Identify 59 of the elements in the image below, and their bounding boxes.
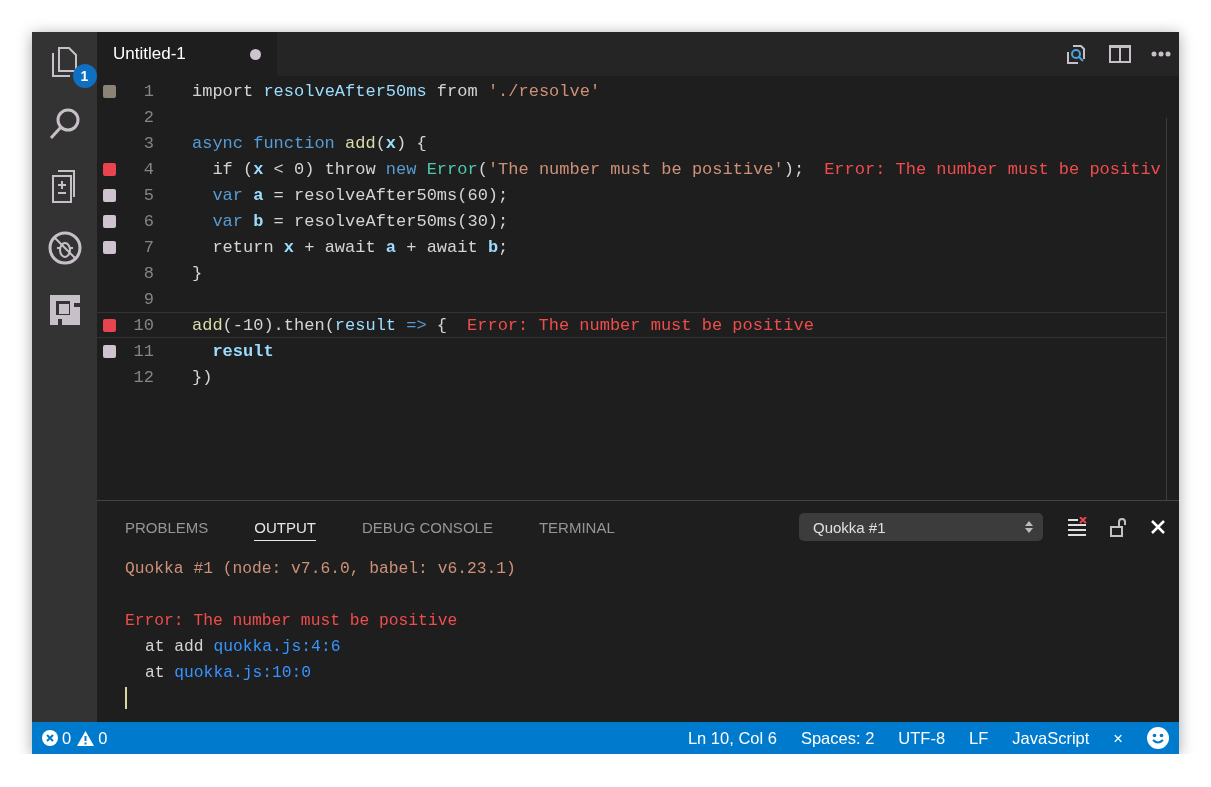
code-line: async function add(x) { [192, 133, 427, 153]
line-number: 12 [132, 367, 154, 387]
inline-error: Error: The number must be positiv [824, 159, 1161, 179]
editor-tab[interactable]: Untitled-1 [97, 32, 277, 76]
panel-tab[interactable]: TERMINAL [538, 513, 615, 541]
extensions-icon[interactable] [47, 293, 82, 327]
search-icon[interactable] [47, 107, 82, 141]
output-line: Error: The number must be positive [125, 609, 459, 632]
clear-output-icon[interactable] [1067, 517, 1087, 537]
code-line: return x + await a + await b; [211, 237, 509, 257]
split-editor-icon[interactable] [1109, 44, 1131, 64]
smiley-icon[interactable] [1147, 727, 1169, 749]
line-number: 8 [142, 263, 154, 283]
line-number: 6 [142, 211, 154, 231]
code-line: import resolveAfter50ms from './resolve' [192, 81, 601, 101]
text-cursor [125, 687, 127, 709]
tab-title: Untitled-1 [113, 44, 186, 64]
file-link[interactable]: quokka.js:10:0 [174, 662, 312, 682]
status-item[interactable]: UTF-8 [898, 728, 946, 748]
line-number: 4 [142, 159, 154, 179]
line-number: 5 [142, 185, 154, 205]
line-number: 9 [142, 289, 154, 309]
line-number: 3 [142, 133, 154, 153]
output-channel-select[interactable]: Quokka #1 [799, 513, 1043, 541]
more-icon[interactable] [1151, 51, 1171, 57]
warning-count[interactable]: 0 [98, 728, 108, 748]
output-line: at quokka.js:10:0 [144, 661, 313, 684]
bug-icon[interactable] [46, 230, 83, 266]
code-line: }) [192, 367, 213, 387]
file-link[interactable]: quokka.js:4:6 [213, 636, 341, 656]
warning-icon[interactable] [77, 730, 95, 746]
code-line: var a = resolveAfter50ms(60); [211, 185, 509, 205]
error-count[interactable]: 0 [62, 728, 72, 748]
output-line: at add quokka.js:4:6 [144, 635, 342, 658]
code-line: result [211, 341, 274, 361]
code-line: } [192, 263, 203, 283]
status-item[interactable]: LF [969, 728, 989, 748]
code-line: var b = resolveAfter50ms(30); [211, 211, 509, 231]
close-icon[interactable] [1151, 520, 1165, 534]
code-line: add(-10).then(result => { [192, 315, 448, 335]
panel-tab[interactable]: OUTPUT [254, 513, 317, 541]
status-item[interactable]: Ln 10, Col 6 [687, 728, 777, 748]
code-line: if (x < 0) throw new Error('The number must be positive'); [211, 159, 805, 179]
select-arrows-icon [1025, 521, 1033, 533]
error-icon[interactable] [42, 730, 58, 746]
output-line: Quokka #1 (node: v7.6.0, babel: v6.23.1) [125, 557, 517, 580]
lock-icon[interactable] [1109, 517, 1129, 537]
inline-error: Error: The number must be positive [467, 315, 814, 335]
line-number: 11 [132, 341, 154, 361]
line-number: 2 [142, 107, 154, 127]
status-item[interactable]: JavaScript [1012, 728, 1090, 748]
line-number: 7 [142, 237, 154, 257]
notification-badge: 1 [72, 64, 97, 88]
line-number: 10 [132, 315, 154, 335]
status-item[interactable]: Spaces: 2 [800, 728, 875, 748]
status-item[interactable]: × [1113, 728, 1123, 748]
line-number: 1 [142, 81, 154, 101]
panel-tab[interactable]: PROBLEMS [125, 513, 209, 541]
panel-tab[interactable]: DEBUG CONSOLE [362, 513, 493, 541]
